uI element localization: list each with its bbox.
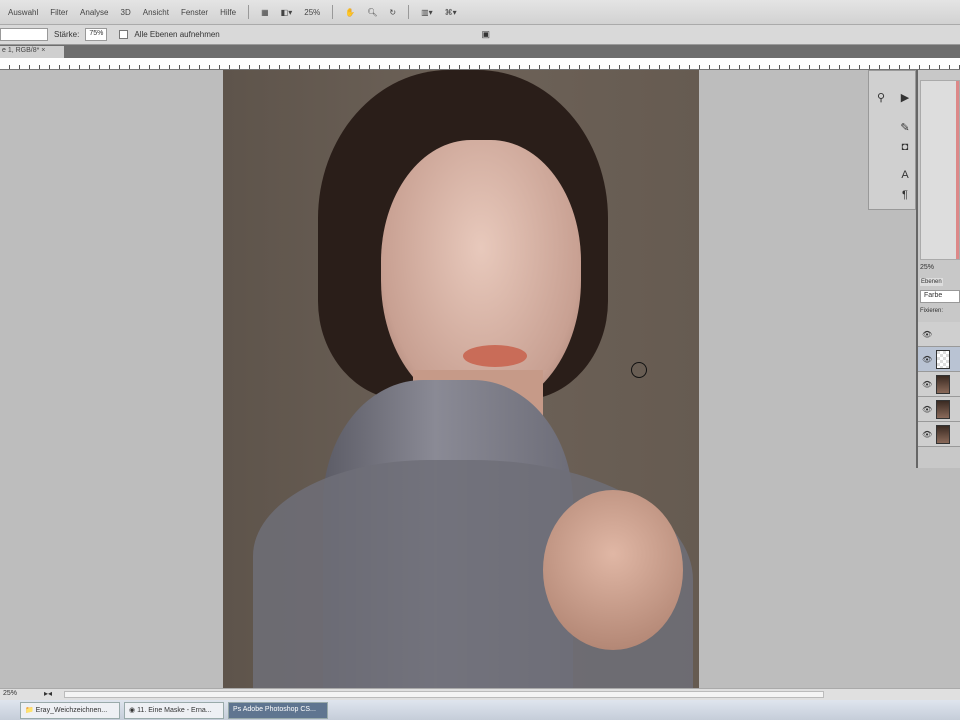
actions-icon[interactable]: ▶	[897, 91, 913, 107]
portrait-photo[interactable]	[223, 70, 699, 688]
layers-tab[interactable]: Ebenen	[920, 278, 943, 286]
shoulder	[543, 490, 683, 650]
zoom-tool-icon[interactable]: 🔍︎	[367, 8, 377, 17]
visibility-eye-icon[interactable]: 👁︎	[922, 430, 932, 439]
menu-filter[interactable]: Filter	[50, 8, 68, 17]
separator	[248, 5, 250, 19]
horizontal-ruler	[0, 58, 960, 70]
status-arrow-icon[interactable]: ▸◂	[44, 689, 52, 698]
extras-icon[interactable]: ⌘▾	[445, 8, 457, 17]
blend-mode-select[interactable]: Farbe	[920, 290, 960, 303]
status-bar: 25% ▸◂	[0, 688, 960, 700]
separator	[408, 5, 410, 19]
layer-thumbnail	[936, 400, 950, 419]
sample-all-layers-label: Alle Ebenen aufnehmen	[134, 30, 220, 39]
navigator-zoom: 25%	[920, 264, 935, 271]
zoom-dropdown[interactable]: 25%	[304, 8, 320, 17]
taskbar-item-browser[interactable]: ◉ 11. Eine Maske - Erna...	[124, 701, 224, 719]
layer-thumbnail	[936, 375, 950, 394]
options-bar: Stärke: 75% Alle Ebenen aufnehmen ▣	[0, 25, 960, 45]
status-zoom: 25%	[3, 690, 18, 697]
menu-bar: Auswahl Filter Analyse 3D Ansicht Fenste…	[0, 0, 960, 25]
taskbar: 📁 Eray_Weichzeichnen... ◉ 11. Eine Maske…	[0, 700, 960, 720]
paragraph-icon[interactable]: ¶	[897, 189, 913, 205]
layer-photo[interactable]: 👁︎	[918, 397, 960, 422]
arrange-documents-icon[interactable]: ▥▾	[421, 8, 433, 17]
visibility-eye-icon[interactable]: 👁︎	[922, 405, 932, 414]
mode-select[interactable]	[0, 28, 48, 41]
right-panel: 25% Ebenen Farbe Fixieren: 👁︎ 👁︎ 👁︎ 👁︎ 👁…	[916, 70, 960, 468]
menu-ansicht[interactable]: Ansicht	[143, 8, 169, 17]
brushes-icon[interactable]: ✎	[897, 121, 913, 137]
menu-analyse[interactable]: Analyse	[80, 8, 108, 17]
lips	[463, 345, 527, 367]
visibility-eye-icon[interactable]: 👁︎	[922, 330, 932, 339]
brush-cursor-icon	[631, 362, 647, 378]
tablet-pressure-icon[interactable]: ▣	[481, 29, 490, 40]
menu-fenster[interactable]: Fenster	[181, 8, 208, 17]
horizontal-scrollbar[interactable]	[64, 691, 824, 698]
taskbar-label: Adobe Photoshop CS...	[242, 705, 316, 713]
navigator-preview	[920, 80, 960, 260]
panel-dock: ⚲ ▶ ✎ ◘ A ¶	[868, 70, 916, 210]
menu-3d[interactable]: 3D	[121, 8, 131, 17]
document-tab-label: e 1, RGB/8*	[2, 47, 40, 54]
character-icon[interactable]: A	[897, 169, 913, 185]
document-tab-bar	[0, 45, 960, 58]
lock-label: Fixieren:	[920, 308, 944, 314]
layer-adjustment[interactable]: 👁︎	[918, 322, 960, 347]
history-icon[interactable]: ⚲	[873, 91, 889, 107]
screen-mode-icon[interactable]: ◧▾	[281, 8, 293, 17]
layer-photo[interactable]: 👁︎	[918, 422, 960, 447]
layer-thumbnail	[936, 350, 950, 369]
rotate-view-icon[interactable]: ↻	[389, 8, 396, 17]
strength-label: Stärke:	[54, 30, 80, 39]
taskbar-item-photoshop[interactable]: Ps Adobe Photoshop CS...	[228, 701, 328, 719]
layer-transparent[interactable]: 👁︎	[918, 347, 960, 372]
visibility-eye-icon[interactable]: 👁︎	[922, 380, 932, 389]
clone-source-icon[interactable]: ◘	[897, 141, 913, 157]
taskbar-label: 11. Eine Maske - Erna...	[137, 706, 212, 714]
menu-auswahl[interactable]: Auswahl	[8, 8, 38, 17]
menu-hilfe[interactable]: Hilfe	[220, 8, 236, 17]
bridge-icon[interactable]: ▦	[261, 8, 269, 17]
layer-photo[interactable]: 👁︎	[918, 372, 960, 397]
sample-all-layers-checkbox[interactable]	[119, 30, 129, 39]
hand-tool-icon[interactable]: ✋	[345, 8, 355, 17]
layer-thumbnail	[936, 425, 950, 444]
strength-input[interactable]: 75%	[85, 28, 108, 41]
visibility-eye-icon[interactable]: 👁︎	[922, 355, 932, 364]
taskbar-item-folder[interactable]: 📁 Eray_Weichzeichnen...	[20, 701, 120, 719]
separator	[332, 5, 334, 19]
document-tab[interactable]: e 1, RGB/8* ×	[0, 46, 64, 58]
taskbar-label: Eray_Weichzeichnen...	[35, 706, 108, 714]
